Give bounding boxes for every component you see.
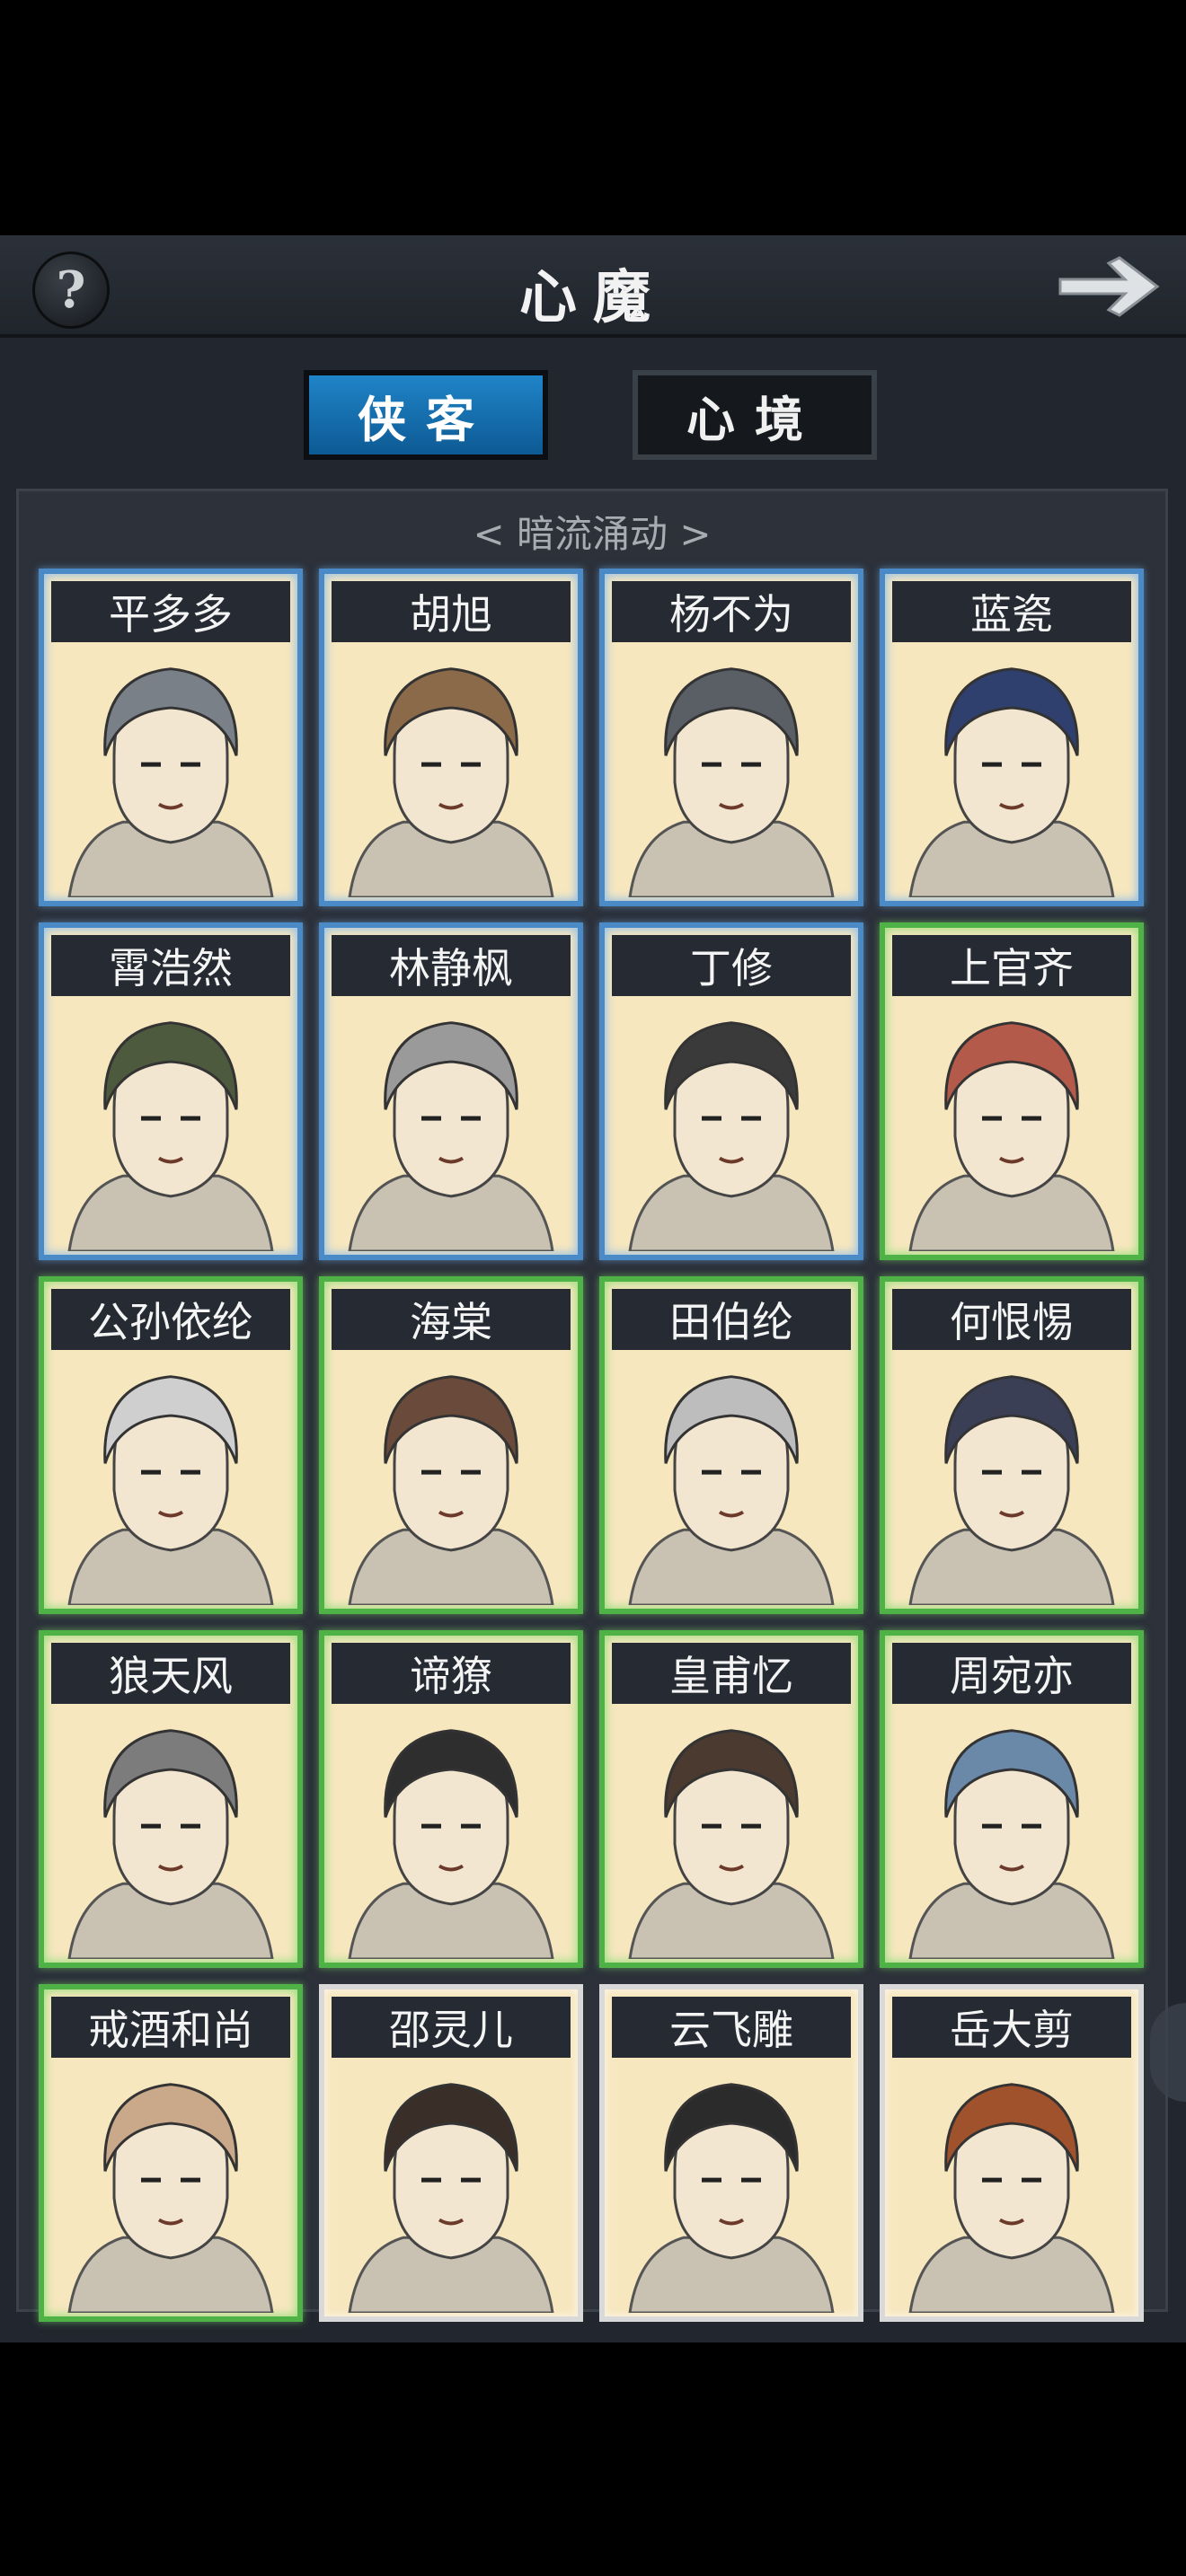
page-title: 心魔: [519, 264, 667, 331]
hero-card[interactable]: 公孙依纶: [39, 1276, 303, 1614]
tab-state-of-mind[interactable]: 心境: [633, 370, 877, 460]
hero-name: 蓝瓷: [892, 581, 1131, 642]
hero-name: 岳大剪: [892, 1997, 1131, 2058]
hero-portrait: [612, 1357, 851, 1607]
hero-card[interactable]: 霄浩然: [39, 922, 303, 1260]
hero-card[interactable]: 林静枫: [319, 922, 583, 1260]
hero-portrait: [612, 1003, 851, 1253]
hero-card[interactable]: 周宛亦: [880, 1630, 1144, 1968]
hero-name: 林静枫: [332, 935, 571, 996]
hero-portrait: [892, 2065, 1131, 2315]
hero-panel: < 暗流涌动 > 平多多 胡旭 杨不为 蓝瓷霄浩然 林静枫 丁修 上官齐公孙依纶 海棠 田伯纶何…: [16, 489, 1168, 2322]
hero-card[interactable]: 岳大剪: [880, 1984, 1144, 2322]
hero-name: 上官齐: [892, 935, 1131, 996]
hero-name: 丁修: [612, 935, 851, 996]
hero-card[interactable]: 海棠: [319, 1276, 583, 1614]
hero-card[interactable]: 邵灵儿: [319, 1984, 583, 2322]
hero-portrait: [612, 2065, 851, 2315]
hero-portrait: [51, 649, 290, 899]
hero-portrait: [51, 1357, 290, 1607]
hero-card[interactable]: 戒酒和尚: [39, 1984, 303, 2322]
hero-portrait: [892, 649, 1131, 899]
hero-portrait: [612, 1711, 851, 1961]
hero-portrait: [892, 1711, 1131, 1961]
arrow-right-icon: [1058, 256, 1160, 317]
hero-portrait: [892, 1357, 1131, 1607]
hero-name: 田伯纶: [612, 1289, 851, 1350]
hero-name: 周宛亦: [892, 1643, 1131, 1704]
hero-name: 胡旭: [332, 581, 571, 642]
section-title: < 暗流涌动 >: [473, 512, 712, 556]
hero-portrait: [51, 1003, 290, 1253]
hero-name: 平多多: [51, 581, 290, 642]
hero-name: 皇甫忆: [612, 1643, 851, 1704]
hero-card[interactable]: 谛獠: [319, 1630, 583, 1968]
hero-card[interactable]: 云飞雕: [599, 1984, 863, 2322]
tab-state-of-mind-label: 心境: [686, 390, 823, 448]
hero-portrait: [892, 1003, 1131, 1253]
top-bar: ? 心魔: [0, 235, 1186, 338]
hero-card[interactable]: 平多多: [39, 569, 303, 906]
hero-portrait: [332, 1003, 571, 1253]
hero-name: 邵灵儿: [332, 1997, 571, 2058]
hero-name: 何恨惕: [892, 1289, 1131, 1350]
main-area: 侠客 心境 < 暗流涌动 > 平多多 胡旭 杨不为 蓝瓷霄浩然 林静枫 丁修 上官齐公孙依纶…: [0, 338, 1186, 2342]
hero-card[interactable]: 丁修: [599, 922, 863, 1260]
hero-card[interactable]: 杨不为: [599, 569, 863, 906]
hero-card[interactable]: 上官齐: [880, 922, 1144, 1260]
hero-name: 谛獠: [332, 1643, 571, 1704]
hero-card[interactable]: 胡旭: [319, 569, 583, 906]
tab-heroes[interactable]: 侠客: [304, 370, 548, 460]
hero-name: 杨不为: [612, 581, 851, 642]
hero-name: 狼天风: [51, 1643, 290, 1704]
hero-portrait: [51, 2065, 290, 2315]
hero-card[interactable]: 蓝瓷: [880, 569, 1144, 906]
hero-name: 云飞雕: [612, 1997, 851, 2058]
hero-card[interactable]: 何恨惕: [880, 1276, 1144, 1614]
hero-portrait: [332, 649, 571, 899]
hero-name: 海棠: [332, 1289, 571, 1350]
hero-card[interactable]: 皇甫忆: [599, 1630, 863, 1968]
hero-card[interactable]: 田伯纶: [599, 1276, 863, 1614]
tab-heroes-label: 侠客: [358, 390, 494, 448]
hero-name: 公孙依纶: [51, 1289, 290, 1350]
hero-name: 霄浩然: [51, 935, 290, 996]
next-arrow-button[interactable]: [1055, 255, 1163, 318]
hero-portrait: [332, 1357, 571, 1607]
hero-portrait: [332, 1711, 571, 1961]
hero-card[interactable]: 狼天风: [39, 1630, 303, 1968]
hero-portrait: [612, 649, 851, 899]
hero-portrait: [51, 1711, 290, 1961]
hero-portrait: [332, 2065, 571, 2315]
hero-name: 戒酒和尚: [51, 1997, 290, 2058]
